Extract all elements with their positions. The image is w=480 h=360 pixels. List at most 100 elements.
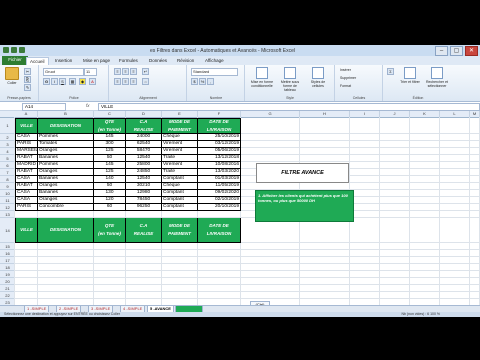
autosum-icon[interactable]: Σ <box>387 68 394 75</box>
underline-button[interactable]: S <box>59 78 66 85</box>
cell-qte[interactable]: 120 <box>94 197 126 204</box>
cell-ca[interactable]: 24850 <box>126 169 162 176</box>
cell-designation[interactable]: Oranges <box>38 183 94 190</box>
header-paiement[interactable]: MODE DE PAIEMENT <box>162 118 198 134</box>
header-date[interactable]: DATE DE LIVRAISON <box>198 218 241 243</box>
row-header-7[interactable]: 7 <box>0 169 15 176</box>
cell-designation[interactable]: Concombre <box>38 204 94 211</box>
row-header-21[interactable]: 21 <box>0 285 15 292</box>
cell-ville[interactable]: RABAT <box>15 169 38 176</box>
cell-paiement[interactable]: Chèque <box>162 134 198 141</box>
cell-paiement[interactable]: Traite <box>162 155 198 162</box>
font-name-select[interactable]: Gruot <box>43 68 84 76</box>
cell-paiement[interactable]: Virement <box>162 162 198 169</box>
cell-ville[interactable]: PARIS <box>15 141 38 148</box>
header-qte[interactable]: QTE (en Tonne) <box>94 118 126 134</box>
row-header-1[interactable]: 1 <box>0 118 15 134</box>
cell-date[interactable]: 03/12/2019 <box>198 141 241 148</box>
cell-paiement[interactable]: Traite <box>162 169 198 176</box>
row-header-12[interactable]: 12 <box>0 204 15 211</box>
column-header-a[interactable]: A <box>15 111 38 117</box>
format-button[interactable]: Format <box>340 84 351 88</box>
cell-designation[interactable]: Oranges <box>38 197 94 204</box>
cell-ca[interactable]: 58470 <box>126 148 162 155</box>
cell-qte[interactable]: 60 <box>94 204 126 211</box>
align-top-icon[interactable]: ≡ <box>114 68 121 75</box>
cell-ville[interactable]: MARSEILLE <box>15 148 38 155</box>
cell-date[interactable]: 20/10/2019 <box>198 204 241 211</box>
header-ca[interactable]: C.A REALISE <box>126 218 162 243</box>
column-header-g[interactable]: G <box>241 111 300 117</box>
column-header-i[interactable]: I <box>350 111 380 117</box>
cell-qte[interactable]: 130 <box>94 190 126 197</box>
spreadsheet-grid[interactable]: ABCDEFGHIJKLM 1 2 3 4 5 6 7 8 9 10 11 12 13 14 15 16 17 1… <box>0 111 480 317</box>
cell-ca[interactable]: 30210 <box>126 183 162 190</box>
cell-ca[interactable]: 12980 <box>126 190 162 197</box>
delete-button[interactable]: Supprimer <box>340 76 356 80</box>
align-left-icon[interactable]: ≡ <box>114 78 121 85</box>
cell-designation[interactable]: Pommes <box>38 134 94 141</box>
maximize-button[interactable]: ▢ <box>450 46 463 56</box>
insert-button[interactable]: Insérer <box>340 68 351 72</box>
cut-icon[interactable]: ✂ <box>24 68 31 75</box>
cell-date[interactable]: 10/08/2016 <box>198 162 241 169</box>
format-painter-icon[interactable]: ✎ <box>24 84 31 91</box>
filter-title-box[interactable]: FILTRE AVANCE <box>256 163 349 183</box>
cell-designation[interactable]: Tomates <box>38 141 94 148</box>
cell-qte[interactable]: 125 <box>94 169 126 176</box>
row-header-3[interactable]: 3 <box>0 141 15 148</box>
column-header-k[interactable]: K <box>410 111 440 117</box>
format-as-table-button[interactable]: Mettre sous forme de tableau <box>277 67 303 92</box>
cell-qte[interactable]: 50 <box>94 183 126 190</box>
cell-qte[interactable]: 125 <box>94 148 126 155</box>
italic-button[interactable]: I <box>51 78 58 85</box>
bold-button[interactable]: G <box>43 78 50 85</box>
borders-icon[interactable]: ▦ <box>69 78 76 85</box>
header-ville[interactable]: VILLE <box>15 118 38 134</box>
cell-ville[interactable]: CASA <box>15 176 38 183</box>
header-ca[interactable]: C.A REALISE <box>126 118 162 134</box>
cell-paiement[interactable]: Comptant <box>162 190 198 197</box>
cell-ville[interactable]: CASA <box>15 197 38 204</box>
cell-date[interactable]: 13/12/2018 <box>198 155 241 162</box>
cell-qte[interactable]: 145 <box>94 162 126 169</box>
cell-ville[interactable]: RABAT <box>15 183 38 190</box>
cell-designation[interactable]: Oranges <box>38 148 94 155</box>
cell-qte[interactable]: 50 <box>94 155 126 162</box>
row-header-19[interactable]: 19 <box>0 271 15 278</box>
row-header-14[interactable]: 14 <box>0 218 15 243</box>
row-header-8[interactable]: 8 <box>0 176 15 183</box>
column-header-j[interactable]: J <box>380 111 410 117</box>
cell-date[interactable]: 13/03/2020 <box>198 169 241 176</box>
cell-designation[interactable]: Pommes <box>38 162 94 169</box>
tab-fichier[interactable]: Fichier <box>2 56 28 65</box>
row-header-16[interactable]: 16 <box>0 250 15 257</box>
formula-input[interactable]: VILLE <box>98 103 480 111</box>
tab-affichage[interactable]: Affichage <box>202 57 227 65</box>
row-header-18[interactable]: 18 <box>0 264 15 271</box>
tab-insertion[interactable]: Insertion <box>52 57 75 65</box>
close-button[interactable]: ✕ <box>465 46 478 56</box>
undo-icon[interactable] <box>19 47 25 53</box>
row-header-22[interactable]: 22 <box>0 292 15 299</box>
cell-qte[interactable]: 145 <box>94 134 126 141</box>
cell-date[interactable]: 05/06/2019 <box>198 148 241 155</box>
tab-donnees[interactable]: Données <box>146 57 170 65</box>
row-header-13[interactable]: 13 <box>0 211 15 218</box>
header-ville[interactable]: VILLE <box>15 218 38 243</box>
save-icon[interactable] <box>11 47 17 53</box>
row-header-4[interactable]: 4 <box>0 148 15 155</box>
conditional-format-button[interactable]: Mise en forme conditionnelle <box>249 67 275 88</box>
column-header-f[interactable]: F <box>198 111 241 117</box>
cell-ville[interactable]: RABAT <box>15 155 38 162</box>
column-header-b[interactable]: B <box>38 111 94 117</box>
cell-qte[interactable]: 140 <box>94 176 126 183</box>
row-header-2[interactable]: 2 <box>0 134 15 141</box>
align-bottom-icon[interactable]: ≡ <box>130 68 137 75</box>
cell-ca[interactable]: 24000 <box>126 134 162 141</box>
row-header-9[interactable]: 9 <box>0 183 15 190</box>
cell-designation[interactable]: Bananes <box>38 190 94 197</box>
row-header-17[interactable]: 17 <box>0 257 15 264</box>
cell-styles-button[interactable]: Styles de cellules <box>305 67 331 88</box>
header-paiement[interactable]: MODE DE PAIEMENT <box>162 218 198 243</box>
